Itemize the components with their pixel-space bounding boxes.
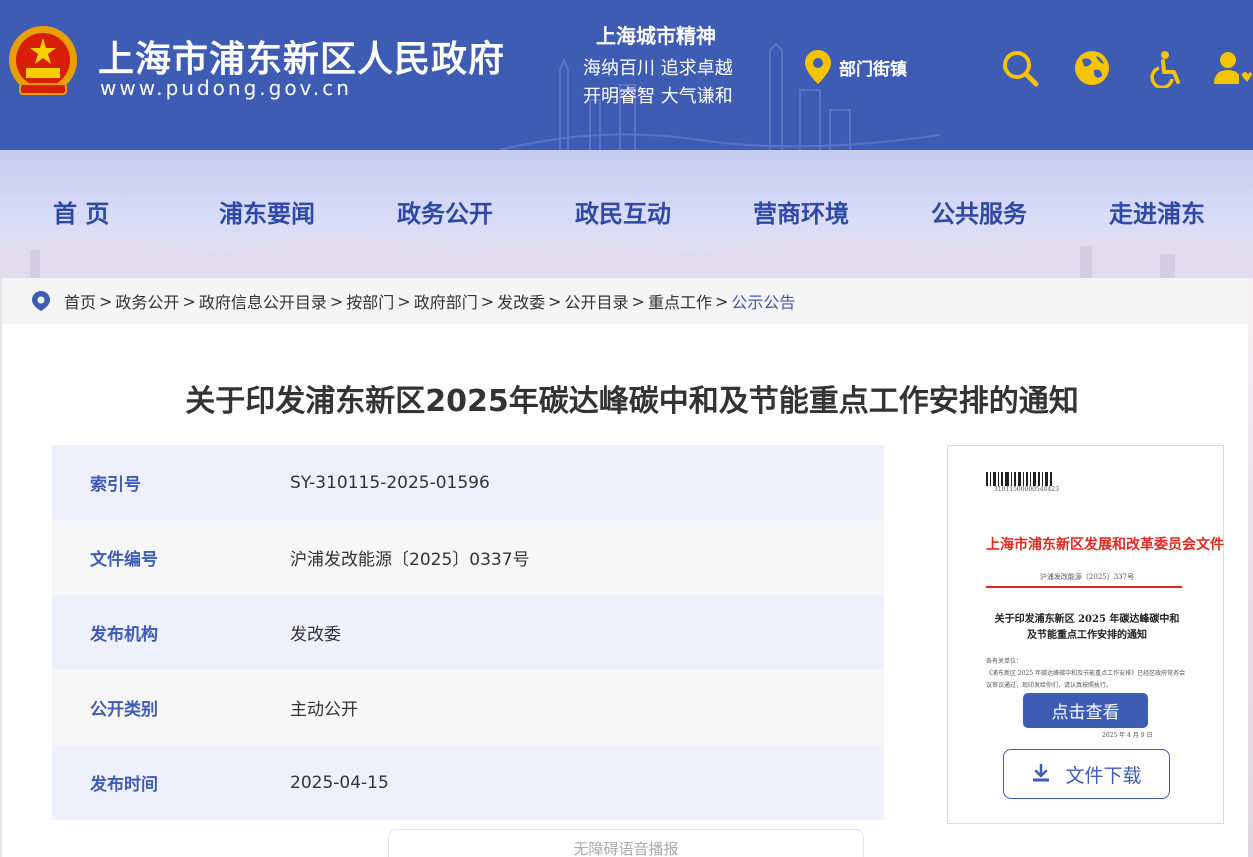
document-header-red: 上海市浦东新区发展和改革委员会文件 [986, 537, 1224, 553]
breadcrumb-item[interactable]: 按部门 [346, 289, 394, 313]
barcode-number: 31011500000540423 [994, 486, 1059, 493]
city-spirit-line: 海纳百川 追求卓越 [583, 58, 733, 79]
document-info-table: 索引号 SY-310115-2025-01596 文件编号 沪浦发改能源〔202… [52, 445, 884, 820]
breadcrumb-separator: > [99, 291, 113, 311]
department-street-link[interactable]: 部门街镇 [805, 50, 907, 84]
city-spirit-title: 上海城市精神 [596, 24, 716, 48]
user-icon[interactable] [1212, 48, 1252, 88]
city-spirit-line: 开明睿智 大气谦和 [583, 86, 733, 107]
red-divider [986, 586, 1182, 588]
info-row-index-number: 索引号 SY-310115-2025-01596 [52, 445, 884, 520]
nav-item-about-pudong[interactable]: 走进浦东 [1109, 194, 1205, 229]
document-title-line: 及节能重点工作安排的通知 [1027, 630, 1147, 641]
nav-item-government-affairs[interactable]: 政务公开 [397, 194, 493, 229]
info-label: 发布机构 [90, 625, 158, 645]
document-preview-card: 31011500000540423 上海市浦东新区发展和改革委员会文件 沪浦发改… [947, 445, 1224, 824]
info-value: 2025-04-15 [290, 772, 389, 793]
breadcrumb-item[interactable]: 重点工作 [648, 289, 712, 313]
info-label: 索引号 [90, 475, 141, 495]
nav-item-business-environment[interactable]: 营商环境 [753, 194, 849, 229]
breadcrumb-item[interactable]: 公开目录 [565, 289, 629, 313]
nav-item-pudong-news[interactable]: 浦东要闻 [219, 194, 315, 229]
breadcrumb: 首页 > 政务公开 > 政府信息公开目录 > 按部门 > 政府部门 > 发改委 … [2, 278, 1248, 324]
location-pin-icon [32, 291, 50, 311]
document-date: 2025 年 4 月 9 日 [1102, 732, 1153, 739]
breadcrumb-separator: > [329, 291, 344, 311]
file-download-button[interactable]: 文件下载 [1003, 749, 1170, 799]
breadcrumb-item[interactable]: 政府部门 [414, 289, 478, 313]
document-title-line: 关于印发浦东新区 2025 年碳达峰碳中和 [994, 614, 1180, 625]
info-row-disclosure-type: 公开类别 主动公开 [52, 670, 884, 745]
site-title[interactable]: 上海市浦东新区人民政府 [98, 30, 505, 82]
article-container: 关于印发浦东新区2025年碳达峰碳中和及节能重点工作安排的通知 索引号 SY-3… [2, 324, 1248, 857]
document-preview-title: 关于印发浦东新区 2025 年碳达峰碳中和 及节能重点工作安排的通知 [976, 612, 1198, 644]
nav-item-public-services[interactable]: 公共服务 [931, 194, 1027, 229]
info-row-publisher: 发布机构 发改委 [52, 595, 884, 670]
breadcrumb-item[interactable]: 政务公开 [115, 289, 179, 313]
main-nav: 首 页 浦东要闻 政务公开 政民互动 营商环境 公共服务 走进浦东 [0, 150, 1253, 278]
document-salutation: 各有关单位： [986, 658, 1023, 665]
document-number: 沪浦发改能源〔2025〕337号 [1039, 573, 1135, 581]
department-street-label: 部门街镇 [839, 59, 907, 80]
nav-item-public-interaction[interactable]: 政民互动 [575, 194, 671, 229]
location-pin-icon [805, 50, 831, 84]
breadcrumb-separator: > [480, 291, 495, 311]
document-preview-body: 各有关单位： 《浦东新区 2025 年碳达峰碳中和及节能重点工作安排》已经区政府… [986, 656, 1186, 692]
view-document-button[interactable]: 点击查看 [1023, 693, 1148, 728]
info-row-publish-date: 发布时间 2025-04-15 [52, 745, 884, 820]
national-emblem-logo [9, 26, 77, 95]
breadcrumb-separator: > [182, 291, 196, 311]
barcode-image [986, 472, 1052, 486]
globe-icon[interactable] [1072, 48, 1112, 88]
site-url: www.pudong.gov.cn [100, 76, 352, 100]
breadcrumb-separator: > [631, 291, 645, 311]
download-icon [1033, 764, 1050, 782]
info-label: 文件编号 [90, 550, 158, 570]
breadcrumb-item[interactable]: 发改委 [497, 289, 545, 313]
info-row-document-number: 文件编号 沪浦发改能源〔2025〕0337号 [52, 520, 884, 595]
nav-item-home[interactable]: 首 页 [53, 194, 109, 229]
breadcrumb-separator: > [397, 291, 411, 311]
breadcrumb-current[interactable]: 公示公告 [731, 289, 795, 313]
info-label: 公开类别 [90, 700, 158, 720]
accessible-voice-broadcast-button[interactable]: 无障碍语音播报 [388, 829, 864, 857]
info-label: 发布时间 [90, 775, 158, 795]
breadcrumb-item[interactable]: 政府信息公开目录 [199, 289, 327, 313]
info-value: 沪浦发改能源〔2025〕0337号 [290, 550, 530, 570]
site-header: 上海市浦东新区人民政府 www.pudong.gov.cn 上海城市精神 海纳百… [0, 0, 1253, 150]
breadcrumb-separator: > [548, 291, 562, 311]
document-paragraph: 《浦东新区 2025 年碳达峰碳中和及节能重点工作安排》已经区政府常务会议审议通… [986, 670, 1186, 689]
info-value: 主动公开 [290, 700, 358, 720]
breadcrumb-separator: > [714, 291, 729, 311]
info-value: 发改委 [290, 625, 341, 645]
search-icon[interactable] [1000, 48, 1040, 88]
article-title: 关于印发浦东新区2025年碳达峰碳中和及节能重点工作安排的通知 [185, 384, 1079, 419]
accessibility-icon[interactable] [1144, 48, 1184, 88]
info-value: SY-310115-2025-01596 [290, 472, 490, 493]
breadcrumb-item[interactable]: 首页 [64, 289, 96, 313]
file-download-label: 文件下载 [1065, 764, 1142, 787]
